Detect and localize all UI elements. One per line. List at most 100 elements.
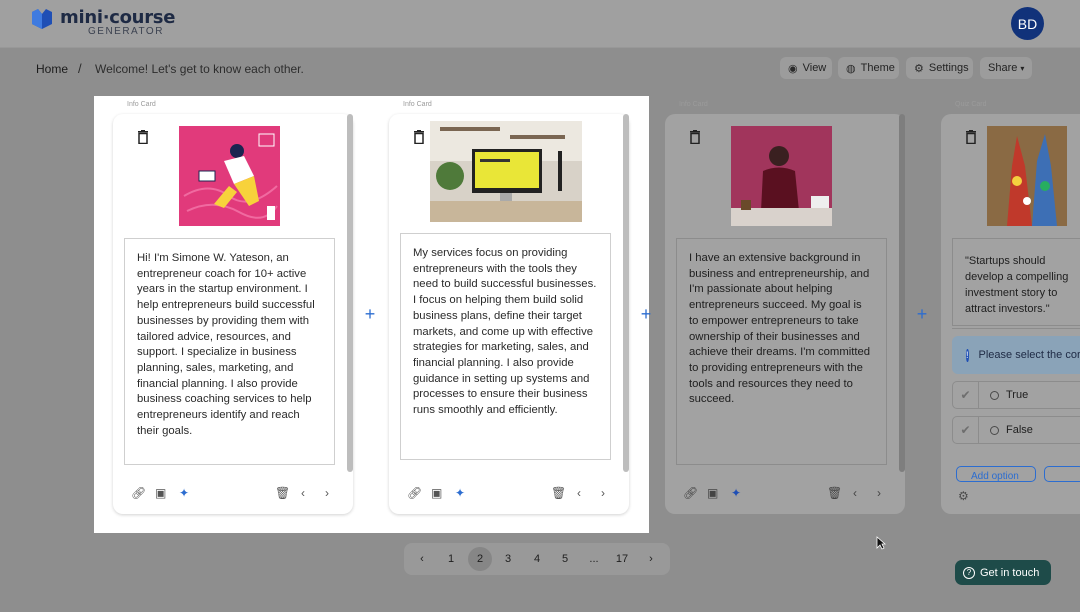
settings-button[interactable]: ⚙ Settings xyxy=(906,57,973,79)
info-card[interactable]: I have an extensive background in busine… xyxy=(665,114,905,514)
option-label: False xyxy=(1006,424,1033,436)
chevron-right-icon[interactable]: › xyxy=(877,486,881,500)
page-ellipsis: ... xyxy=(589,553,599,565)
card-type-label: Info Card xyxy=(679,101,708,108)
divider xyxy=(952,328,1080,329)
card-scrollbar[interactable] xyxy=(623,114,629,472)
page-5[interactable]: 5 xyxy=(553,543,577,575)
get-in-touch-button[interactable]: ? Get in touch xyxy=(955,560,1051,585)
top-bar: mini·course GENERATOR BD xyxy=(0,0,1080,48)
logo-subtitle: GENERATOR xyxy=(88,26,164,37)
settings-label: Settings xyxy=(928,62,969,74)
page-2[interactable]: 2 xyxy=(468,547,492,571)
card-scrollbar[interactable] xyxy=(899,114,905,472)
chevron-down-icon: ▾ xyxy=(1020,63,1025,73)
trash-icon[interactable]: 🗑︎ xyxy=(827,486,842,500)
pagination: ‹ 1 2 3 4 5 ... 17 › xyxy=(404,543,670,575)
card-scrollbar[interactable] xyxy=(347,114,353,472)
illustration-desk xyxy=(430,121,582,222)
card-image[interactable] xyxy=(430,121,582,222)
quiz-card[interactable]: "Startups should develop a compelling in… xyxy=(941,114,1080,514)
gear-icon: ⚙ xyxy=(914,62,924,75)
card-text[interactable]: My services focus on providing entrepren… xyxy=(400,233,611,460)
sparkle-icon[interactable]: ✦ xyxy=(179,486,189,500)
add-option-button[interactable]: Add option xyxy=(956,466,1036,482)
illustration-runner xyxy=(183,133,278,220)
pagination-next[interactable]: › xyxy=(639,543,663,575)
chevron-right-icon[interactable]: › xyxy=(601,486,605,500)
theme-button[interactable]: ◍ Theme xyxy=(838,57,899,79)
logo-title: mini·course xyxy=(60,7,176,28)
trash-icon[interactable] xyxy=(413,130,425,144)
trash-icon[interactable] xyxy=(965,130,977,144)
trash-icon[interactable] xyxy=(137,130,149,144)
get-in-touch-label: Get in touch xyxy=(980,566,1040,579)
quiz-alert: ! Please select the correct answer xyxy=(952,336,1080,374)
link-icon[interactable]: 🔗︎ xyxy=(131,486,146,500)
chevron-right-icon[interactable]: › xyxy=(325,486,329,500)
card-type-label: Info Card xyxy=(127,101,156,108)
media-icon[interactable]: ▣ xyxy=(431,486,442,500)
info-card[interactable]: My services focus on providing entrepren… xyxy=(389,114,629,514)
palette-icon: ◍ xyxy=(846,62,856,75)
share-button[interactable]: Share ▾ xyxy=(980,57,1032,79)
help-icon: ? xyxy=(963,566,975,579)
check-icon[interactable]: ✔ xyxy=(953,417,979,443)
page-3[interactable]: 3 xyxy=(496,543,520,575)
option-label: True xyxy=(1006,389,1029,401)
link-icon[interactable]: 🔗︎ xyxy=(407,486,422,500)
trash-icon[interactable] xyxy=(689,130,701,144)
card-text[interactable]: I have an extensive background in busine… xyxy=(676,238,887,465)
link-icon[interactable]: 🔗︎ xyxy=(683,486,698,500)
illustration-hands xyxy=(987,126,1067,226)
trash-icon[interactable]: 🗑︎ xyxy=(551,486,566,500)
quiz-option[interactable]: ✔ False xyxy=(952,416,1080,444)
add-card-button[interactable]: + xyxy=(635,303,657,325)
card-footer: 🔗︎ ▣ ✦ 🗑︎ ‹ › xyxy=(405,486,613,500)
sparkle-icon[interactable]: ✦ xyxy=(731,486,741,500)
card-image[interactable] xyxy=(179,126,280,226)
page-1[interactable]: 1 xyxy=(439,543,463,575)
chevron-left-icon[interactable]: ‹ xyxy=(577,486,581,500)
avatar[interactable]: BD xyxy=(1011,7,1044,40)
card-image[interactable] xyxy=(731,126,832,226)
logo-icon xyxy=(32,9,52,29)
media-icon[interactable]: ▣ xyxy=(155,486,166,500)
card-type-label: Quiz Card xyxy=(955,101,987,108)
mouse-cursor-icon xyxy=(876,536,886,550)
breadcrumb-home[interactable]: Home xyxy=(36,62,68,76)
chevron-left-icon[interactable]: ‹ xyxy=(853,486,857,500)
theme-label: Theme xyxy=(860,62,895,74)
page-17[interactable]: 17 xyxy=(610,543,634,575)
media-icon[interactable]: ▣ xyxy=(707,486,718,500)
breadcrumb-current: Welcome! Let's get to know each other. xyxy=(95,62,304,76)
card-footer: 🔗︎ ▣ ✦ 🗑︎ ‹ › xyxy=(681,486,889,500)
breadcrumb-separator: / xyxy=(78,61,82,76)
quiz-option[interactable]: ✔ True xyxy=(952,381,1080,409)
card-image[interactable] xyxy=(987,126,1067,226)
info-icon: ! xyxy=(966,348,969,362)
quiz-question[interactable]: "Startups should develop a compelling in… xyxy=(952,238,1080,326)
add-card-button[interactable]: + xyxy=(911,303,933,325)
page-4[interactable]: 4 xyxy=(525,543,549,575)
sparkle-icon[interactable]: ✦ xyxy=(455,486,465,500)
trash-icon[interactable]: 🗑︎ xyxy=(275,486,290,500)
radio-icon[interactable] xyxy=(990,390,999,400)
alert-text: Please select the correct answer xyxy=(978,349,1080,361)
share-label: Share xyxy=(988,62,1018,74)
illustration-woman-desk xyxy=(731,126,832,226)
view-button[interactable]: ◉ View xyxy=(780,57,832,79)
eye-icon: ◉ xyxy=(788,62,798,75)
pagination-prev[interactable]: ‹ xyxy=(410,543,434,575)
add-card-button[interactable]: + xyxy=(359,303,381,325)
card-text[interactable]: Hi! I'm Simone W. Yateson, an entreprene… xyxy=(124,238,335,465)
option-button[interactable] xyxy=(1044,466,1080,482)
card-footer: 🔗︎ ▣ ✦ 🗑︎ ‹ › xyxy=(129,486,337,500)
radio-icon[interactable] xyxy=(990,425,999,435)
check-icon[interactable]: ✔ xyxy=(953,382,979,408)
chevron-left-icon[interactable]: ‹ xyxy=(301,486,305,500)
card-type-label: Info Card xyxy=(403,101,432,108)
gear-icon[interactable]: ⚙ xyxy=(958,489,969,503)
logo[interactable]: mini·course GENERATOR xyxy=(30,8,175,37)
info-card[interactable]: Hi! I'm Simone W. Yateson, an entreprene… xyxy=(113,114,353,514)
